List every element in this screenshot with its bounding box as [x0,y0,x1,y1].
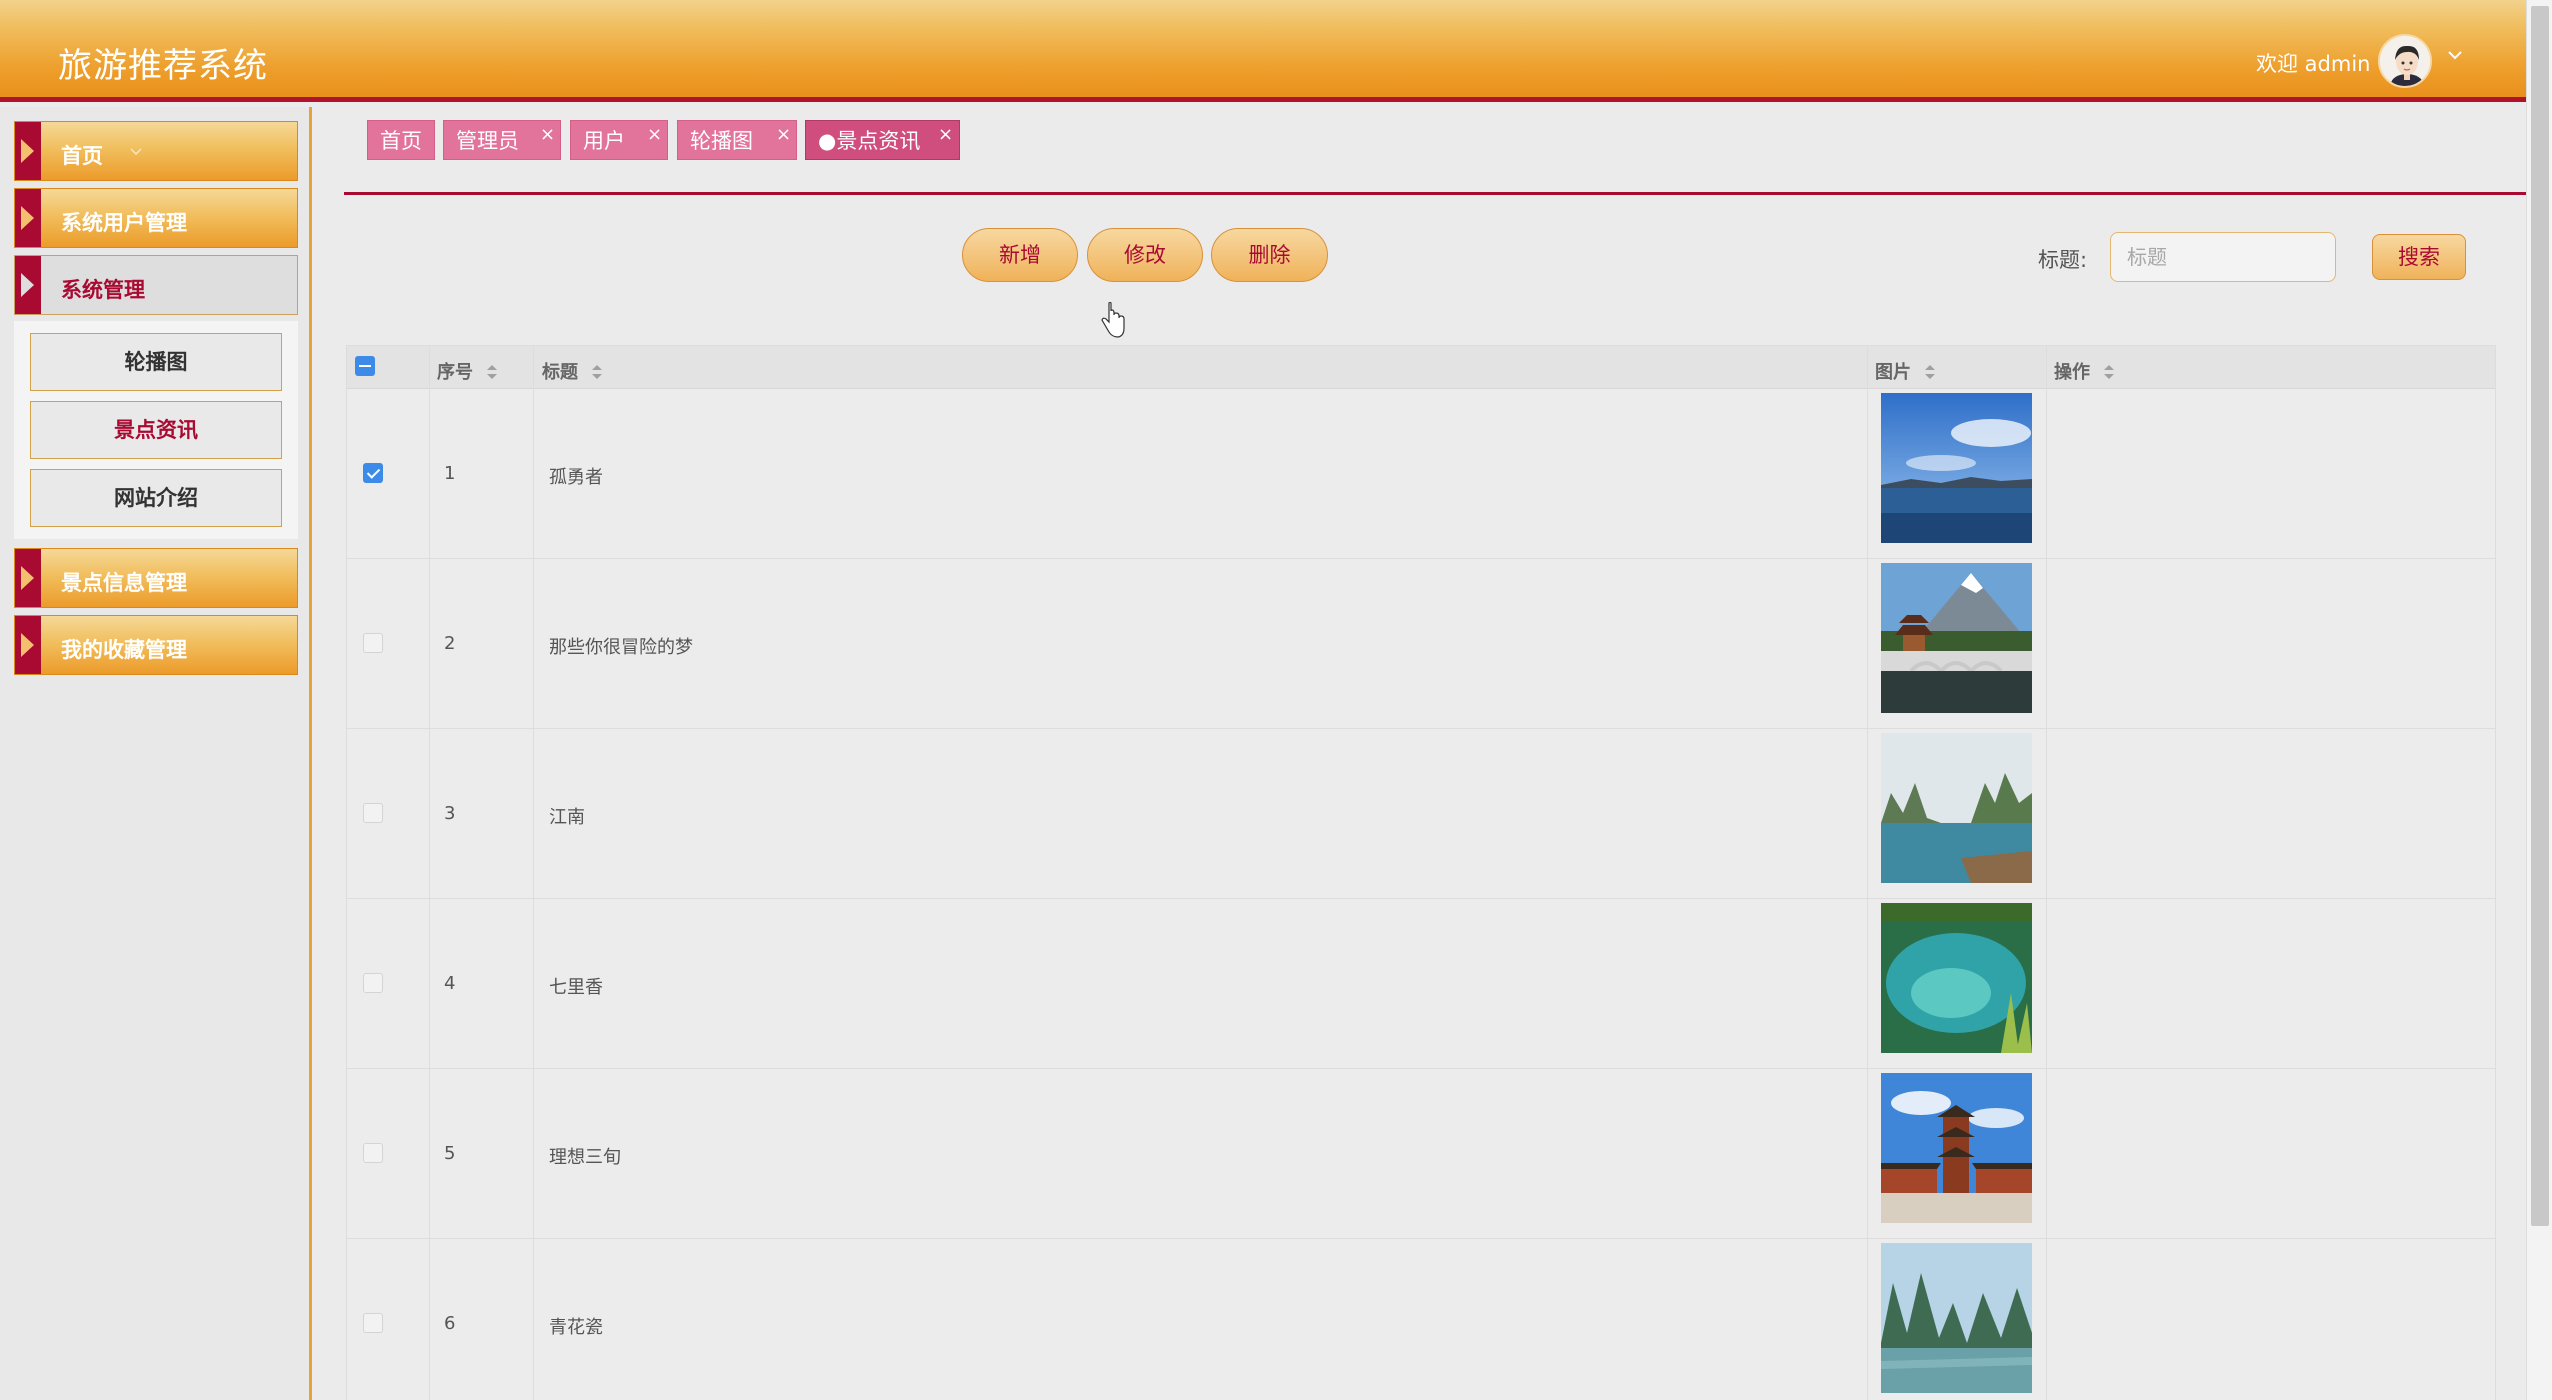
edit-button[interactable]: 修改 [1087,228,1203,282]
sort-icon[interactable] [485,363,499,381]
submenu-item-attraction-news[interactable]: 景点资讯 [30,401,282,459]
sidebar-item-home[interactable]: 首页 [14,121,298,181]
sidebar: 首页 系统用户管理 系统管理 轮播图 景点资讯 网站介绍 景点信息管理 我的收藏… [0,107,312,1400]
avatar-image [2380,36,2430,86]
tab-divider [344,192,2526,195]
caret-right-icon [15,189,41,247]
row-index: 6 [444,1313,456,1334]
row-image [1881,1243,2032,1393]
row-checkbox[interactable] [363,973,383,993]
table-row[interactable]: 2 那些你很冒险的梦 [347,559,2495,729]
sidebar-item-favorites[interactable]: 我的收藏管理 [14,615,298,675]
row-checkbox[interactable] [363,1313,383,1333]
row-title: 理想三旬 [549,1147,621,1168]
sort-icon[interactable] [1923,363,1937,381]
tab-label: 管理员 [456,129,519,153]
hand-cursor-icon [1101,302,1125,338]
tab-label: ●景点资讯 [818,129,921,153]
row-image [1881,733,2032,883]
caret-right-icon [15,256,41,314]
row-index: 3 [444,803,456,824]
table-row[interactable]: 6 青花瓷 [347,1239,2495,1400]
sidebar-item-label: 首页 [61,144,103,168]
submenu-item-carousel[interactable]: 轮播图 [30,333,282,391]
sidebar-item-label: 系统管理 [61,278,145,302]
column-header-title[interactable]: 标题 [542,358,604,384]
row-checkbox[interactable] [363,803,383,823]
caret-right-icon [15,616,41,674]
close-icon[interactable]: × [540,115,555,155]
title-search-input[interactable] [2110,232,2336,282]
tab-label: 用户 [583,129,625,153]
row-index: 2 [444,633,456,654]
row-index: 5 [444,1143,456,1164]
submenu-item-site-intro[interactable]: 网站介绍 [30,469,282,527]
column-label: 序号 [437,362,473,383]
chevron-down-icon [130,148,142,156]
row-image [1881,393,2032,543]
row-index: 4 [444,973,456,994]
submenu-system-management: 轮播图 景点资讯 网站介绍 [14,321,298,539]
close-icon[interactable]: × [647,115,662,155]
select-all-checkbox[interactable] [355,356,375,376]
sidebar-item-label: 我的收藏管理 [61,638,187,662]
row-title: 那些你很冒险的梦 [549,637,693,658]
column-label: 操作 [2054,362,2090,383]
tab-user[interactable]: 用户 × [570,120,668,160]
table-row[interactable]: 4 七里香 [347,899,2495,1069]
row-title: 江南 [549,807,585,828]
table-row[interactable]: 5 理想三旬 [347,1069,2495,1239]
close-icon[interactable]: × [938,115,953,155]
caret-right-icon [15,122,41,180]
sidebar-item-system-users[interactable]: 系统用户管理 [14,188,298,248]
tab-label: 轮播图 [690,129,753,153]
scrollbar-thumb[interactable] [2531,6,2549,1226]
sidebar-item-label: 景点信息管理 [61,571,187,595]
welcome-text: 欢迎 admin [2256,52,2371,76]
page-scrollbar[interactable] [2526,0,2552,1400]
table-row[interactable]: 1 孤勇者 [347,389,2495,559]
delete-button[interactable]: 删除 [1211,228,1328,282]
column-header-index[interactable]: 序号 [437,358,499,384]
caret-right-icon [15,549,41,607]
table-header: 序号 标题 图片 操作 [347,345,2495,389]
row-image [1881,1073,2032,1223]
add-button[interactable]: 新增 [962,228,1078,282]
avatar[interactable] [2378,34,2432,88]
tab-admin[interactable]: 管理员 × [443,120,561,160]
row-checkbox[interactable] [363,633,383,653]
tab-home[interactable]: 首页 [367,120,435,160]
row-checkbox[interactable] [363,463,383,483]
sidebar-item-system-management[interactable]: 系统管理 [14,255,298,315]
search-label: 标题: [2038,248,2088,272]
column-label: 图片 [1875,362,1911,383]
column-header-image[interactable]: 图片 [1875,358,1937,384]
tab-attraction-news[interactable]: ●景点资讯 × [805,120,960,160]
column-header-actions[interactable]: 操作 [2054,358,2116,384]
sidebar-item-label: 系统用户管理 [61,211,187,235]
tab-carousel[interactable]: 轮播图 × [677,120,797,160]
row-image [1881,563,2032,713]
table-row[interactable]: 3 江南 [347,729,2495,899]
column-label: 标题 [542,362,578,383]
row-title: 青花瓷 [549,1317,603,1338]
row-title: 孤勇者 [549,467,603,488]
sidebar-item-attraction-info[interactable]: 景点信息管理 [14,548,298,608]
tab-label: 首页 [380,129,422,153]
sort-icon[interactable] [2102,363,2116,381]
chevron-down-icon[interactable] [2446,46,2464,64]
row-checkbox[interactable] [363,1143,383,1163]
app-title: 旅游推荐系统 [58,46,268,86]
row-image [1881,903,2032,1053]
top-header: 旅游推荐系统 欢迎 admin [0,0,2526,102]
search-button[interactable]: 搜索 [2372,234,2466,280]
row-title: 七里香 [549,977,603,998]
close-icon[interactable]: × [776,115,791,155]
sort-icon[interactable] [590,363,604,381]
attraction-news-table: 序号 标题 图片 操作 1 孤勇者 2 那些你很冒险的梦 3 江南 4 七里香 … [346,345,2496,1400]
row-index: 1 [444,463,456,484]
